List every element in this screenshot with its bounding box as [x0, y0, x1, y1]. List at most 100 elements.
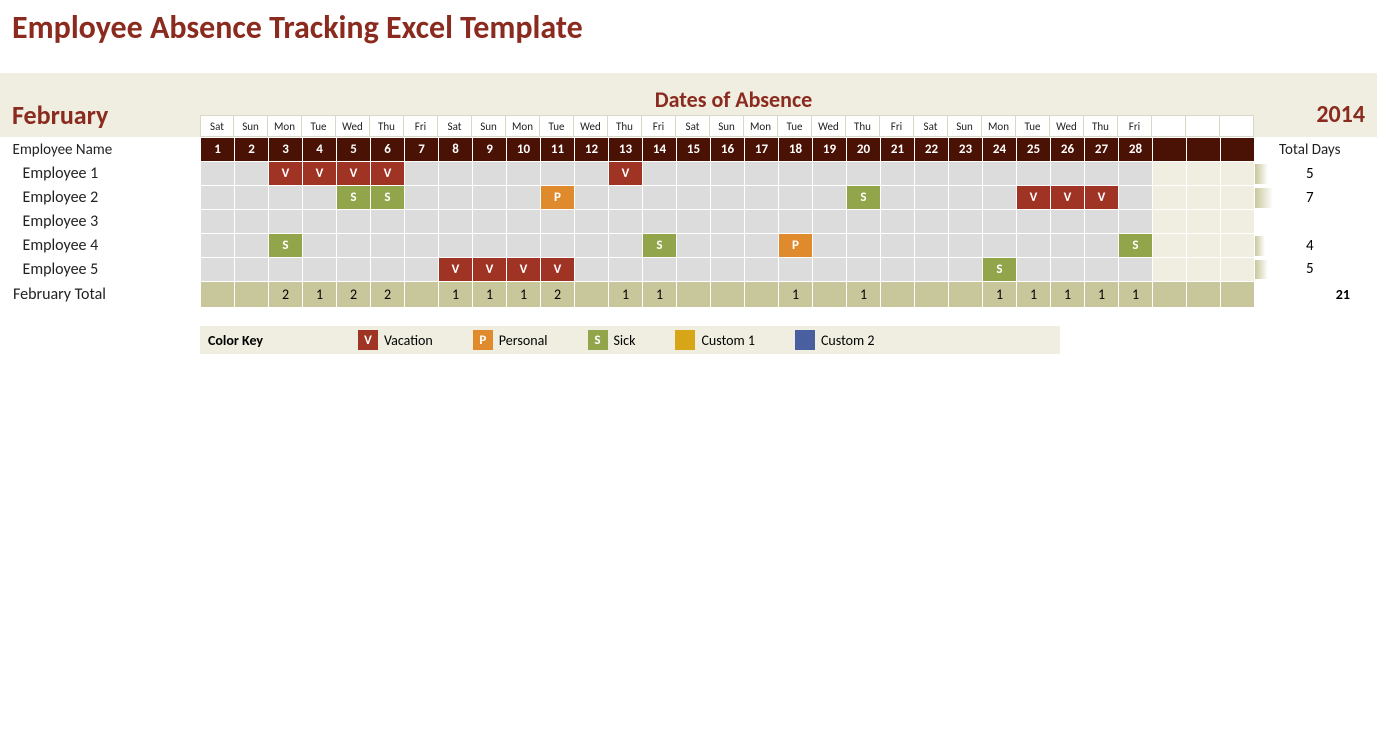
dow-cell — [1220, 115, 1254, 137]
date-header-cell: 1 — [201, 138, 235, 162]
legend-label: Personal — [499, 332, 548, 349]
legend-swatch — [795, 330, 815, 350]
absence-cell — [983, 234, 1017, 258]
absence-cell — [235, 234, 269, 258]
employee-total-cell: 5 — [1255, 162, 1365, 186]
absence-cell — [813, 162, 847, 186]
absence-cell — [745, 258, 779, 282]
absence-cell — [1153, 186, 1187, 210]
absence-cell — [269, 186, 303, 210]
date-header-cell: 19 — [813, 138, 847, 162]
absence-cell — [371, 234, 405, 258]
absence-cell — [235, 258, 269, 282]
absence-cell — [881, 210, 915, 234]
employee-name-header: Employee Name — [1, 138, 201, 162]
absence-cell: S — [643, 234, 677, 258]
absence-cell: V — [269, 162, 303, 186]
absence-cell — [507, 162, 541, 186]
dow-cell: Thu — [370, 115, 404, 137]
legend-swatch — [675, 330, 695, 350]
month-total-cell: 1 — [303, 282, 337, 308]
absence-cell — [201, 258, 235, 282]
absence-cell — [371, 258, 405, 282]
legend-item: Custom 1 — [675, 330, 755, 350]
header-banner: February Dates of Absence SatSunMonTueWe… — [0, 73, 1377, 137]
absence-cell — [915, 234, 949, 258]
absence-cell — [507, 210, 541, 234]
legend-swatch: P — [473, 330, 493, 350]
dow-cell: Thu — [608, 115, 642, 137]
dow-cell: Sat — [914, 115, 948, 137]
absence-cell — [711, 210, 745, 234]
dow-cell: Mon — [982, 115, 1016, 137]
page-title: Employee Absence Tracking Excel Template — [0, 0, 1377, 55]
absence-cell — [949, 210, 983, 234]
absence-cell — [473, 186, 507, 210]
absence-cell: V — [1051, 186, 1085, 210]
absence-cell: S — [983, 258, 1017, 282]
absence-cell — [779, 162, 813, 186]
absence-cell — [643, 258, 677, 282]
absence-cell: V — [303, 162, 337, 186]
dow-cell: Sat — [676, 115, 710, 137]
date-header-cell: 18 — [779, 138, 813, 162]
date-header-cell: 11 — [541, 138, 575, 162]
date-header-cell: 27 — [1085, 138, 1119, 162]
absence-cell — [405, 258, 439, 282]
day-of-week-row: SatSunMonTueWedThuFriSatSunMonTueWedThuF… — [200, 115, 1254, 137]
absence-cell — [847, 162, 881, 186]
absence-cell — [507, 234, 541, 258]
absence-cell: V — [337, 162, 371, 186]
absence-cell — [201, 186, 235, 210]
absence-cell — [779, 258, 813, 282]
month-total-cell: 1 — [779, 282, 813, 308]
absence-cell — [405, 186, 439, 210]
absence-cell — [201, 234, 235, 258]
absence-cell — [1051, 162, 1085, 186]
absence-cell — [269, 258, 303, 282]
month-total-label: February Total — [1, 282, 201, 308]
absence-cell — [1119, 186, 1153, 210]
legend-title: Color Key — [208, 332, 358, 349]
date-header-cell — [1153, 138, 1187, 162]
absence-cell — [711, 162, 745, 186]
legend-swatch: S — [588, 330, 608, 350]
dow-cell: Fri — [880, 115, 914, 137]
month-total-cell: 2 — [541, 282, 575, 308]
absence-cell — [439, 234, 473, 258]
absence-cell — [1017, 258, 1051, 282]
absence-cell — [1221, 234, 1255, 258]
absence-cell — [1017, 210, 1051, 234]
date-header-cell: 26 — [1051, 138, 1085, 162]
absence-cell — [711, 258, 745, 282]
month-total-cell — [1221, 282, 1255, 308]
month-total-cell: 1 — [1085, 282, 1119, 308]
absence-cell: V — [439, 258, 473, 282]
absence-cell — [439, 186, 473, 210]
absence-cell: S — [269, 234, 303, 258]
absence-cell — [1153, 210, 1187, 234]
month-total-cell: 2 — [337, 282, 371, 308]
year-label: 2014 — [1267, 100, 1377, 137]
dow-cell: Sun — [948, 115, 982, 137]
dates-heading: Dates of Absence — [200, 86, 1267, 113]
employee-total-cell: 4 — [1255, 234, 1365, 258]
date-header-cell: 12 — [575, 138, 609, 162]
employee-name-cell: Employee 1 — [1, 162, 201, 186]
absence-cell — [677, 258, 711, 282]
absence-cell — [1051, 210, 1085, 234]
absence-cell — [337, 234, 371, 258]
absence-cell — [609, 210, 643, 234]
absence-cell: S — [847, 186, 881, 210]
absence-cell — [507, 186, 541, 210]
legend-item: VVacation — [358, 330, 433, 350]
absence-cell — [847, 210, 881, 234]
absence-cell — [745, 210, 779, 234]
date-header-cell: 22 — [915, 138, 949, 162]
absence-cell — [1119, 258, 1153, 282]
absence-cell — [1085, 234, 1119, 258]
dow-cell: Fri — [404, 115, 438, 137]
absence-cell — [1187, 258, 1221, 282]
date-header-cell: 3 — [269, 138, 303, 162]
employee-name-cell: Employee 4 — [1, 234, 201, 258]
